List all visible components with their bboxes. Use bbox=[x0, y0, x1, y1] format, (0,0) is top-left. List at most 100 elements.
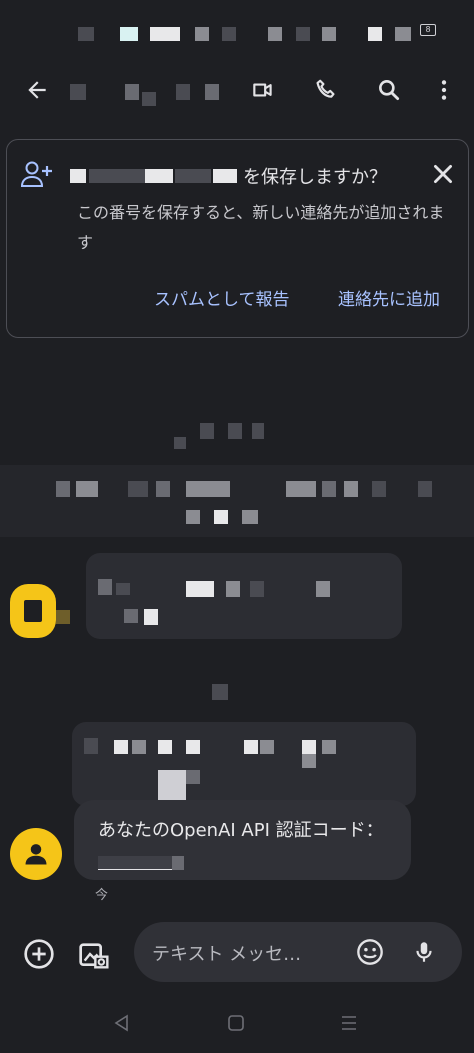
more-vert-icon bbox=[441, 80, 447, 100]
status-redacted bbox=[268, 27, 282, 41]
message-redacted bbox=[84, 738, 98, 754]
search-button[interactable] bbox=[367, 68, 411, 112]
message-redacted bbox=[124, 609, 138, 623]
video-call-icon bbox=[253, 83, 272, 97]
gallery-button[interactable] bbox=[72, 932, 116, 976]
close-card-button[interactable] bbox=[421, 152, 465, 196]
message-redacted bbox=[186, 581, 214, 597]
status-redacted bbox=[195, 27, 209, 41]
message-redacted bbox=[302, 740, 316, 754]
nav-home-icon[interactable] bbox=[227, 1014, 245, 1032]
message-redacted bbox=[186, 770, 200, 784]
message-text: あなたのOpenAI API 認証コード： bbox=[98, 815, 398, 879]
message-redacted bbox=[98, 579, 112, 595]
status-redacted bbox=[322, 27, 336, 41]
arrow-left-icon bbox=[28, 81, 46, 99]
phone-number-redacted bbox=[70, 169, 86, 183]
more-options-button[interactable] bbox=[422, 68, 466, 112]
status-redacted bbox=[150, 27, 180, 41]
status-redacted bbox=[120, 27, 138, 41]
close-icon bbox=[434, 165, 452, 183]
sender-avatar[interactable] bbox=[10, 828, 62, 880]
voice-input-button[interactable] bbox=[402, 930, 446, 974]
contact-name-redacted bbox=[142, 92, 156, 106]
emoji-icon bbox=[357, 939, 383, 965]
message-bubble-received[interactable] bbox=[86, 553, 402, 639]
status-redacted bbox=[296, 27, 310, 41]
message-body: あなたのOpenAI API 認証コード： bbox=[98, 820, 384, 841]
info-banner bbox=[0, 465, 474, 537]
info-redacted bbox=[76, 481, 98, 497]
message-redacted bbox=[186, 740, 200, 754]
status-redacted bbox=[395, 27, 411, 41]
info-redacted bbox=[322, 481, 336, 497]
back-button[interactable] bbox=[15, 68, 59, 112]
message-redacted bbox=[244, 740, 258, 754]
phone-call-button[interactable] bbox=[304, 68, 348, 112]
person-icon bbox=[25, 844, 47, 865]
message-redacted bbox=[114, 740, 128, 754]
message-redacted bbox=[132, 740, 146, 754]
info-redacted bbox=[372, 481, 386, 497]
message-redacted bbox=[316, 581, 330, 597]
system-nav-bar bbox=[0, 1000, 474, 1053]
phone-number-redacted bbox=[145, 169, 173, 183]
nav-recents-icon[interactable] bbox=[340, 1014, 358, 1032]
gallery-icon bbox=[79, 943, 109, 969]
add-person-icon bbox=[21, 161, 52, 187]
message-bubble-received[interactable] bbox=[72, 722, 416, 806]
status-bar: 8 bbox=[0, 0, 474, 64]
date-redacted bbox=[174, 437, 186, 449]
info-redacted bbox=[186, 510, 200, 524]
message-redacted bbox=[302, 754, 316, 768]
status-redacted bbox=[222, 27, 236, 41]
contact-name-redacted bbox=[70, 84, 86, 100]
phone-icon bbox=[316, 79, 335, 98]
timestamp-redacted bbox=[212, 684, 228, 700]
date-redacted bbox=[252, 423, 264, 439]
info-redacted bbox=[56, 481, 70, 497]
message-redacted bbox=[158, 770, 186, 800]
save-prompt-title: を保存しますか？ bbox=[243, 167, 387, 188]
save-prompt-body: この番号を保存すると、新しい連絡先が追加されます bbox=[77, 203, 445, 252]
message-input[interactable]: テキスト メッセ… bbox=[134, 922, 462, 982]
add-attachment-button[interactable] bbox=[17, 932, 61, 976]
battery-icon: 8 bbox=[420, 24, 436, 36]
video-call-button[interactable] bbox=[241, 68, 285, 112]
status-redacted bbox=[78, 27, 94, 41]
status-redacted bbox=[368, 27, 382, 41]
info-redacted bbox=[286, 481, 316, 497]
sender-avatar[interactable] bbox=[10, 584, 56, 638]
avatar-redacted bbox=[56, 610, 70, 624]
info-redacted bbox=[128, 481, 148, 497]
contact-name-redacted bbox=[125, 84, 139, 100]
phone-number-redacted bbox=[175, 169, 211, 183]
message-input-placeholder: テキスト メッセ… bbox=[152, 944, 302, 965]
emoji-button[interactable] bbox=[348, 930, 392, 974]
add-circle-icon bbox=[24, 939, 54, 969]
report-spam-button[interactable]: スパムとして報告 bbox=[154, 285, 290, 310]
phone-number-redacted bbox=[213, 169, 237, 183]
microphone-icon bbox=[416, 942, 432, 962]
save-contact-card: を保存しますか？ この番号を保存すると、新しい連絡先が追加されます スパムとして… bbox=[6, 139, 469, 338]
nav-back-icon[interactable] bbox=[113, 1014, 131, 1032]
search-icon bbox=[379, 80, 400, 101]
app-bar bbox=[0, 64, 474, 120]
message-redacted bbox=[250, 581, 264, 597]
contact-name-redacted bbox=[205, 84, 219, 100]
message-redacted bbox=[116, 583, 130, 595]
add-contact-button[interactable]: 連絡先に追加 bbox=[338, 285, 440, 310]
verification-code-redacted bbox=[172, 856, 184, 870]
message-redacted bbox=[144, 609, 158, 625]
info-redacted bbox=[344, 481, 358, 497]
date-redacted bbox=[228, 423, 242, 439]
message-redacted bbox=[260, 740, 274, 754]
message-redacted bbox=[158, 740, 172, 754]
message-redacted bbox=[322, 740, 336, 754]
info-redacted bbox=[418, 481, 432, 497]
message-timestamp: 今 bbox=[95, 888, 109, 903]
avatar-redacted bbox=[24, 600, 42, 622]
verification-code-redacted bbox=[98, 856, 172, 870]
message-redacted bbox=[226, 581, 240, 597]
phone-number-redacted bbox=[89, 169, 145, 183]
